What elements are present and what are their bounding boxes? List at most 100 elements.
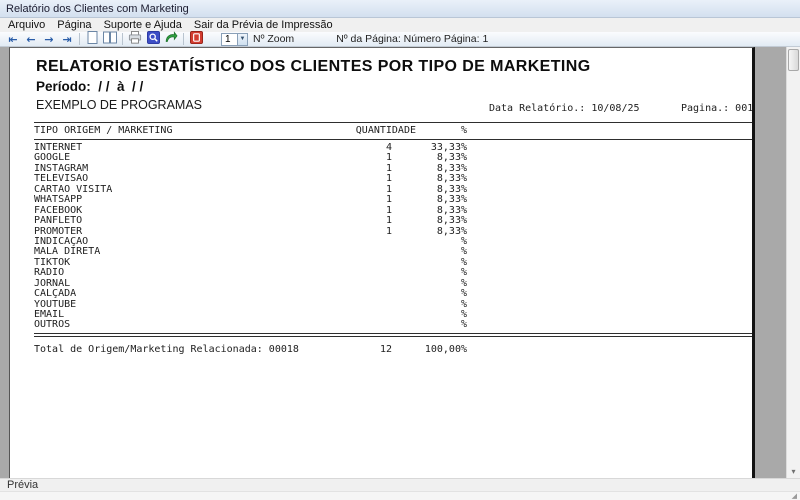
header-origin: TIPO ORIGEM / MARKETING (34, 125, 302, 137)
cell-pct: % (392, 300, 467, 310)
report-subheader: EXEMPLO DE PROGRAMAS Data Relatório.: 10… (36, 97, 752, 114)
menu-item-pagina[interactable]: Página (51, 19, 97, 31)
cell-pct: % (392, 279, 467, 289)
zoom-label: Nº Zoom (253, 33, 294, 45)
exit-icon (190, 31, 203, 47)
scroll-down-icon[interactable]: ▾ (787, 467, 800, 477)
report-period: Período: / / à / / (36, 76, 752, 97)
table-row: INDICAÇÃO% (34, 237, 467, 247)
cell-origin: WHATSAPP (34, 195, 302, 205)
cell-pct: % (392, 289, 467, 299)
table-row: YOUTUBE% (34, 300, 467, 310)
total-label: Total de Origem/Marketing Relacionada: 0… (34, 344, 302, 356)
export-button[interactable] (162, 32, 180, 46)
table-row: CALÇADA% (34, 289, 467, 299)
cell-pct: % (392, 268, 467, 278)
report-title: RELATORIO ESTATÍSTICO DOS CLIENTES POR T… (36, 57, 752, 76)
menu-item-sair-previa[interactable]: Sair da Prévia de Impressão (188, 19, 339, 31)
cell-pct: % (392, 237, 467, 247)
toolbar-separator (79, 33, 80, 45)
statusbar: Prévia (0, 478, 800, 491)
table-total-row: Total de Origem/Marketing Relacionada: 0… (34, 344, 467, 356)
cell-qty (302, 268, 392, 278)
rule-double (34, 333, 754, 337)
export-arrow-icon (164, 31, 178, 47)
cell-qty (302, 320, 392, 330)
two-page-icon (103, 31, 117, 47)
toolbar-separator (122, 33, 123, 45)
table-row: RÁDIO% (34, 268, 467, 278)
previous-page-icon: ← (26, 34, 35, 45)
table-row: GOOGLE18,33% (34, 153, 467, 163)
cell-origin: OUTROS (34, 320, 302, 330)
cell-origin: PROMOTER (34, 227, 302, 237)
next-page-icon: → (44, 34, 53, 45)
cell-pct: % (392, 258, 467, 268)
cell-origin: INSTAGRAM (34, 164, 302, 174)
chevron-down-icon[interactable]: ▼ (237, 34, 247, 45)
table-row: PROMOTER18,33% (34, 227, 467, 237)
window-title: Relatório dos Clientes com Marketing (6, 3, 189, 15)
menu-item-suporte[interactable]: Suporte e Ajuda (98, 19, 188, 31)
first-page-button[interactable]: ⇤ (4, 32, 22, 46)
table-header: TIPO ORIGEM / MARKETING QUANTIDADE % (34, 125, 467, 137)
app-window: Relatório dos Clientes com Marketing Arq… (0, 0, 800, 500)
zoom-preview-button[interactable] (144, 32, 162, 46)
cell-qty: 1 (302, 174, 392, 184)
cell-origin: INTERNET (34, 143, 302, 153)
magnifier-page-icon (147, 31, 160, 47)
header-quantity: QUANTIDADE (326, 125, 416, 137)
rule-header-bottom (34, 139, 754, 140)
total-quantity: 12 (302, 344, 392, 356)
cell-pct: % (392, 320, 467, 330)
cell-origin: GOOGLE (34, 153, 302, 163)
table-row: OUTROS% (34, 320, 467, 330)
toolbar-separator (183, 33, 184, 45)
cell-qty: 1 (302, 206, 392, 216)
table-row: JORNAL% (34, 279, 467, 289)
cell-qty (302, 258, 392, 268)
horizontal-scrollbar[interactable]: ◢ (0, 491, 800, 500)
table-row: INTERNET433,33% (34, 143, 467, 153)
cell-qty (302, 300, 392, 310)
table-row: WHATSAPP18,33% (34, 195, 467, 205)
next-page-button[interactable]: → (40, 32, 58, 46)
cell-pct: % (392, 247, 467, 257)
cell-origin: PANFLETO (34, 216, 302, 226)
cell-origin: TELEVISÃO (34, 174, 302, 184)
cell-qty: 1 (302, 185, 392, 195)
table-row: CARTÃO VISITA18,33% (34, 185, 467, 195)
print-button[interactable] (126, 32, 144, 46)
cell-qty (302, 289, 392, 299)
cell-origin: INDICAÇÃO (34, 237, 302, 247)
toolbar: ⇤ ← → ⇥ (0, 32, 800, 47)
table-row: MALA DIRETA% (34, 247, 467, 257)
page-number-label: Nº da Página: Número Página: 1 (336, 33, 488, 45)
cell-qty: 1 (302, 227, 392, 237)
resize-grip-icon: ◢ (792, 494, 797, 500)
cell-qty: 1 (302, 164, 392, 174)
preview-area: RELATORIO ESTATÍSTICO DOS CLIENTES POR T… (0, 47, 800, 478)
table-row: PANFLETO18,33% (34, 216, 467, 226)
menu-item-arquivo[interactable]: Arquivo (2, 19, 51, 31)
table-row: EMAIL% (34, 310, 467, 320)
rule-top (34, 122, 754, 123)
two-page-view-button[interactable] (101, 32, 119, 46)
vertical-scrollbar[interactable]: ▾ (786, 47, 800, 478)
single-page-view-button[interactable] (83, 32, 101, 46)
status-text: Prévia (7, 479, 38, 491)
last-page-button[interactable]: ⇥ (58, 32, 76, 46)
table-row: INSTAGRAM18,33% (34, 164, 467, 174)
exit-preview-button[interactable] (187, 32, 205, 46)
company-name: EXEMPLO DE PROGRAMAS (36, 98, 202, 112)
cell-qty: 1 (302, 153, 392, 163)
titlebar: Relatório dos Clientes com Marketing (0, 0, 800, 18)
cell-origin: CALÇADA (34, 289, 302, 299)
cell-origin: MALA DIRETA (34, 247, 302, 257)
cell-origin: FACEBOOK (34, 206, 302, 216)
table-row: FACEBOOK18,33% (34, 206, 467, 216)
zoom-dropdown[interactable]: 1 ▼ (221, 33, 248, 46)
report-page: RELATORIO ESTATÍSTICO DOS CLIENTES POR T… (9, 47, 755, 478)
scrollbar-thumb[interactable] (788, 49, 799, 71)
previous-page-button[interactable]: ← (22, 32, 40, 46)
